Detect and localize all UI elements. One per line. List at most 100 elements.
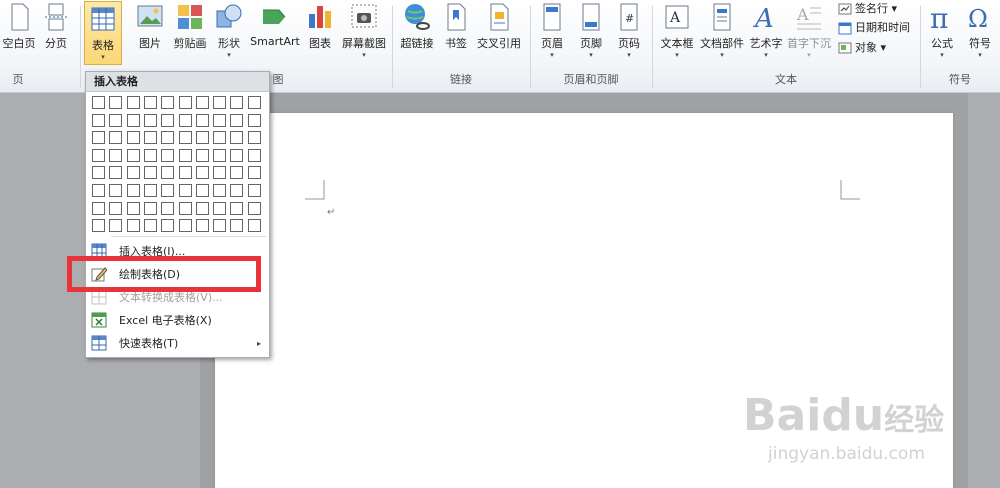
grid-cell[interactable] [213,148,227,162]
grid-cell[interactable] [213,166,227,180]
textbox-button[interactable]: A 文本框 ▾ [657,0,697,66]
page-break-button[interactable]: 分页 [40,0,72,66]
grid-cell[interactable] [247,113,261,127]
grid-cell[interactable] [247,184,261,197]
grid-cell[interactable] [230,201,244,215]
blank-page-button[interactable]: 空白页 [2,0,36,66]
grid-cell[interactable] [109,131,123,145]
equation-button[interactable]: π 公式 ▾ [924,0,960,66]
grid-cell[interactable] [92,184,105,197]
picture-button[interactable]: 图片 [134,0,166,66]
grid-cell[interactable] [161,184,175,197]
grid-cell[interactable] [161,131,175,145]
grid-cell[interactable] [178,166,192,180]
grid-cell[interactable] [195,166,209,180]
grid-cell[interactable] [195,184,209,197]
grid-cell[interactable] [213,219,227,233]
grid-cell[interactable] [230,166,244,180]
grid-cell[interactable] [92,201,105,215]
grid-cell[interactable] [230,131,244,145]
grid-cell[interactable] [230,184,244,197]
grid-cell[interactable] [195,148,209,162]
grid-cell[interactable] [213,184,227,197]
grid-cell[interactable] [143,219,157,233]
grid-cell[interactable] [213,131,227,145]
grid-cell[interactable] [126,96,140,109]
grid-cell[interactable] [178,113,192,127]
grid-cell[interactable] [247,166,261,180]
page-number-button[interactable]: # 页码 ▾ [613,0,645,66]
grid-cell[interactable] [143,96,157,109]
excel-spreadsheet-item[interactable]: Excel 电子表格(X) [86,309,269,331]
grid-cell[interactable] [195,113,209,127]
grid-cell[interactable] [143,184,157,197]
grid-cell[interactable] [161,113,175,127]
grid-cell[interactable] [178,148,192,162]
grid-cell[interactable] [109,184,123,197]
grid-cell[interactable] [213,113,227,127]
grid-cell[interactable] [230,113,244,127]
grid-cell[interactable] [195,201,209,215]
grid-cell[interactable] [195,96,209,109]
grid-cell[interactable] [143,201,157,215]
signature-line-button[interactable]: 签名行 ▾ [838,1,897,17]
grid-cell[interactable] [126,201,140,215]
grid-cell[interactable] [109,113,123,127]
grid-cell[interactable] [178,184,192,197]
grid-cell[interactable] [92,166,105,180]
grid-cell[interactable] [247,148,261,162]
grid-cell[interactable] [92,96,105,109]
quick-tables-item[interactable]: 快速表格(T) ▸ [86,332,269,354]
grid-cell[interactable] [126,113,140,127]
grid-cell[interactable] [213,96,227,109]
grid-cell[interactable] [92,113,105,127]
grid-cell[interactable] [178,219,192,233]
grid-cell[interactable] [178,131,192,145]
footer-button[interactable]: 页脚 ▾ [575,0,607,66]
grid-cell[interactable] [126,184,140,197]
clipart-button[interactable]: 剪贴画 [170,0,210,66]
smartart-button[interactable]: SmartArt [250,0,300,66]
quick-parts-button[interactable]: 文档部件 ▾ [698,0,746,66]
grid-cell[interactable] [195,131,209,145]
grid-cell[interactable] [247,201,261,215]
grid-cell[interactable] [109,219,123,233]
grid-cell[interactable] [126,166,140,180]
grid-cell[interactable] [109,166,123,180]
grid-cell[interactable] [126,131,140,145]
grid-cell[interactable] [213,201,227,215]
grid-cell[interactable] [126,148,140,162]
grid-cell[interactable] [178,96,192,109]
hyperlink-button[interactable]: 超链接 [397,0,437,66]
grid-cell[interactable] [247,131,261,145]
object-button[interactable]: 对象 ▾ [838,40,886,56]
header-button[interactable]: 页眉 ▾ [536,0,568,66]
grid-cell[interactable] [230,219,244,233]
grid-cell[interactable] [109,148,123,162]
table-button[interactable]: 表格 ▾ [84,1,122,65]
grid-cell[interactable] [126,219,140,233]
grid-cell[interactable] [92,219,105,233]
grid-cell[interactable] [109,201,123,215]
grid-cell[interactable] [161,166,175,180]
grid-cell[interactable] [178,201,192,215]
grid-cell[interactable] [143,148,157,162]
grid-cell[interactable] [92,148,105,162]
date-time-button[interactable]: 日期和时间 [838,20,910,36]
grid-cell[interactable] [143,166,157,180]
drop-cap-button[interactable]: A 首字下沉 ▾ [786,0,832,66]
shapes-button[interactable]: 形状 ▾ [213,0,245,66]
grid-cell[interactable] [143,113,157,127]
grid-cell[interactable] [109,96,123,109]
grid-cell[interactable] [230,148,244,162]
grid-cell[interactable] [92,131,105,145]
grid-cell[interactable] [143,131,157,145]
grid-cell[interactable] [247,219,261,233]
grid-cell[interactable] [230,96,244,109]
grid-cell[interactable] [161,148,175,162]
screenshot-button[interactable]: 屏幕截图 ▾ [340,0,388,66]
grid-cell[interactable] [161,201,175,215]
symbol-button[interactable]: Ω 符号 ▾ [963,0,997,66]
grid-cell[interactable] [247,96,261,109]
bookmark-button[interactable]: 书签 [440,0,472,66]
